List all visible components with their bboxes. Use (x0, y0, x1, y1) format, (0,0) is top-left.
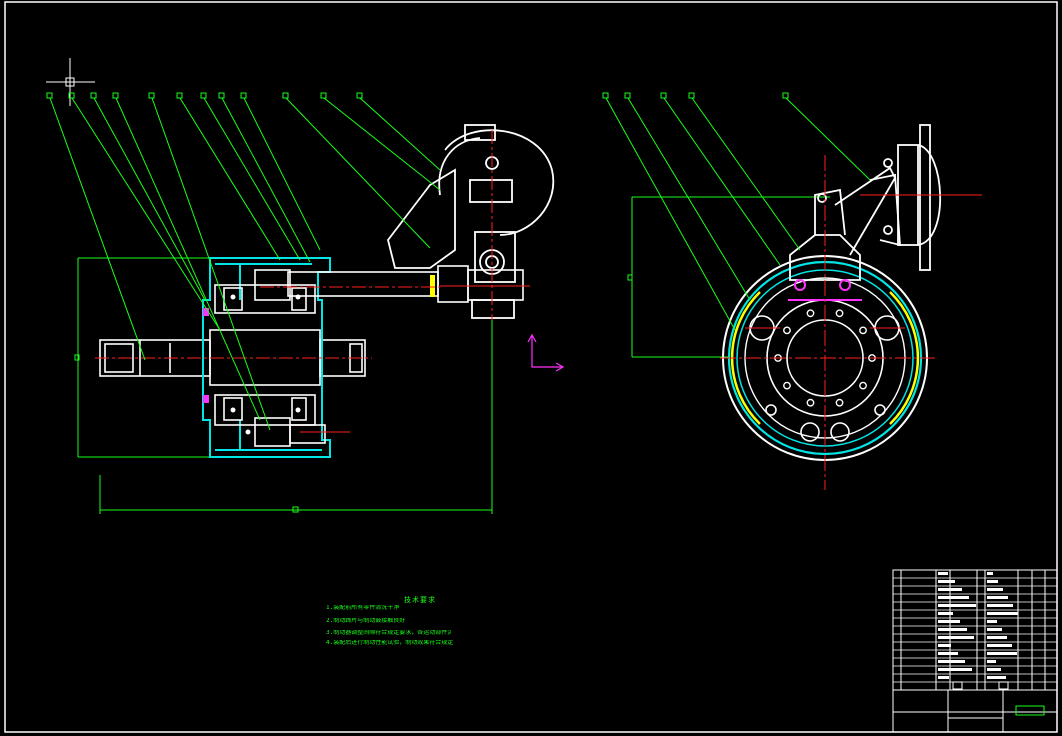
title-row-text (938, 644, 951, 647)
title-row-text (987, 588, 1003, 591)
title-row-text (938, 660, 965, 663)
bolt-hole (859, 326, 867, 335)
title-row-text (938, 572, 948, 575)
balloon-marker (282, 92, 289, 99)
bolt-hole (783, 326, 791, 335)
title-row-text (987, 612, 1018, 615)
balloon-marker (200, 92, 207, 99)
balloon-marker (320, 92, 327, 99)
balloon-marker (356, 92, 363, 99)
title-row-text (938, 588, 962, 591)
balloon-marker (148, 92, 155, 99)
drawing-border (4, 1, 1058, 733)
title-row-text (938, 636, 974, 639)
title-row-text (987, 572, 993, 575)
title-row-text (987, 580, 998, 583)
balloon-marker (624, 92, 631, 99)
title-row-text (938, 676, 949, 679)
balloon-marker (90, 92, 97, 99)
balloon-marker (660, 92, 667, 99)
bolt-hole (783, 381, 791, 390)
title-row-text (987, 628, 1002, 631)
ucs-axis-icon (527, 333, 565, 372)
notes-title: 技术要求 (404, 596, 436, 604)
title-row-text (938, 628, 967, 631)
note-line-4: 4.装配后进行制动性能试验，制动效果符合规定 (326, 640, 454, 646)
title-row-text (987, 596, 1008, 599)
balloon-marker (688, 92, 695, 99)
left-section-view (46, 92, 565, 514)
balloon-marker (46, 92, 53, 99)
cad-drawing-canvas (4, 1, 1058, 733)
right-drum-view (602, 92, 982, 490)
title-row-text (987, 604, 1013, 607)
balloon-marker (782, 92, 789, 99)
title-row-text (938, 580, 955, 583)
title-row-text (938, 652, 958, 655)
title-row-text (987, 676, 1006, 679)
balloon-marker (602, 92, 609, 99)
title-row-text (938, 620, 960, 623)
bolt-hole (835, 309, 844, 318)
balloon-marker (112, 92, 119, 99)
note-line-3: 3.制动器调整间隙符合规定要求，各运动部件灵活可靠 (326, 630, 451, 636)
crosshair-cursor-icon[interactable] (46, 58, 95, 106)
note-line-2: 2.制动蹄片与制动鼓接触良好 (326, 618, 406, 624)
title-row-text (938, 612, 953, 615)
title-row-text (938, 596, 969, 599)
title-row-text (987, 636, 1007, 639)
balloon-marker (218, 92, 225, 99)
title-row-text (987, 660, 996, 663)
title-row-text (987, 652, 1017, 655)
title-row-text (987, 620, 997, 623)
title-row-text (987, 644, 1012, 647)
title-row-text (987, 668, 1001, 671)
title-row-text (938, 668, 972, 671)
balloon-marker (176, 92, 183, 99)
title-row-text (938, 604, 976, 607)
bolt-hole (806, 309, 815, 318)
bolt-hole (835, 398, 844, 407)
title-block (892, 569, 1058, 733)
note-line-1: 1.装配前所有零件清洗干净 (326, 605, 400, 611)
balloon-marker (240, 92, 247, 99)
bolt-hole (859, 381, 867, 390)
bolt-hole (806, 398, 815, 407)
